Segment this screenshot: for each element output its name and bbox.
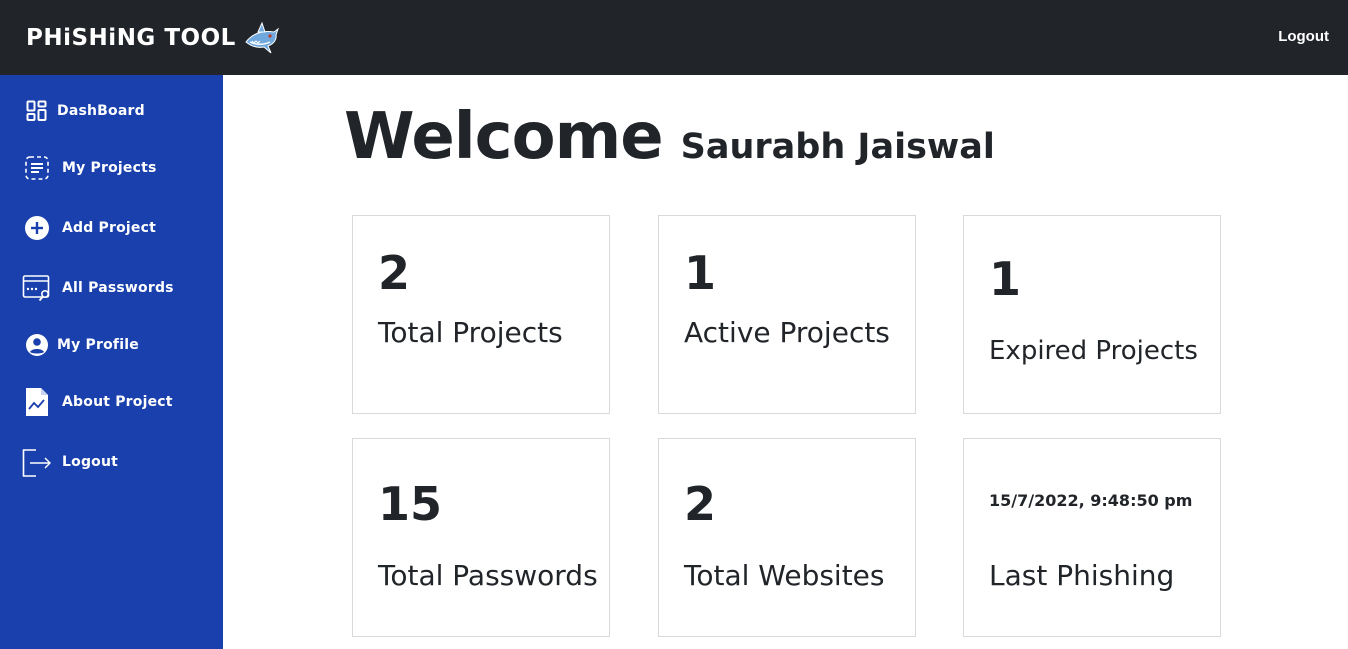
stat-label: Last Phishing xyxy=(989,559,1175,592)
stat-value: 15 xyxy=(378,477,443,531)
plus-circle-icon xyxy=(22,213,52,243)
sidebar-item-dashboard[interactable]: DashBoard xyxy=(22,96,145,126)
stat-label: Expired Projects xyxy=(989,336,1198,366)
welcome-title: Welcome xyxy=(344,100,664,174)
brand-title: PHiSHiNG TOOL xyxy=(26,25,236,51)
sidebar-item-about-project[interactable]: About Project xyxy=(22,387,173,417)
password-window-icon xyxy=(22,273,52,303)
stat-card-total-passwords[interactable]: 15 Total Passwords xyxy=(352,438,610,637)
top-navbar: PHiSHiNG TOOL Logout xyxy=(0,0,1348,75)
stat-value: 15/7/2022, 9:48:50 pm xyxy=(989,491,1193,510)
user-circle-icon xyxy=(22,330,52,360)
sidebar-item-my-projects[interactable]: My Projects xyxy=(22,153,157,183)
sidebar: DashBoard My Projects Add Project All Pa… xyxy=(0,75,223,649)
sidebar-item-label: About Project xyxy=(62,394,173,410)
stat-label: Total Projects xyxy=(378,316,563,349)
list-icon xyxy=(22,153,52,183)
sidebar-item-add-project[interactable]: Add Project xyxy=(22,213,156,243)
dashboard-grid-icon xyxy=(22,96,52,126)
logout-link[interactable]: Logout xyxy=(1278,28,1329,45)
brand[interactable]: PHiSHiNG TOOL xyxy=(26,20,280,56)
stat-card-expired-projects[interactable]: 1 Expired Projects xyxy=(963,215,1221,414)
chart-document-icon xyxy=(22,387,52,417)
stat-label: Total Passwords xyxy=(378,559,598,592)
sidebar-item-label: All Passwords xyxy=(62,280,174,296)
sidebar-item-label: My Projects xyxy=(62,160,157,176)
sidebar-item-my-profile[interactable]: My Profile xyxy=(22,330,139,360)
sidebar-item-label: Logout xyxy=(62,454,119,470)
stat-card-active-projects[interactable]: 1 Active Projects xyxy=(658,215,916,414)
stat-label: Total Websites xyxy=(684,559,885,592)
stat-value: 2 xyxy=(684,477,717,531)
welcome-heading: Welcome Saurabh Jaiswal xyxy=(344,100,995,174)
stat-value: 2 xyxy=(378,246,411,300)
stat-card-total-websites[interactable]: 2 Total Websites xyxy=(658,438,916,637)
stat-card-last-phishing[interactable]: 15/7/2022, 9:48:50 pm Last Phishing xyxy=(963,438,1221,637)
stat-label: Active Projects xyxy=(684,316,890,349)
sidebar-item-all-passwords[interactable]: All Passwords xyxy=(22,273,174,303)
sidebar-item-label: My Profile xyxy=(57,337,139,353)
sidebar-item-label: Add Project xyxy=(62,220,157,236)
stat-value: 1 xyxy=(989,252,1022,306)
user-name: Saurabh Jaiswal xyxy=(680,127,995,167)
stat-value: 1 xyxy=(684,246,717,300)
sidebar-item-label: DashBoard xyxy=(57,103,145,119)
sidebar-item-logout[interactable]: Logout xyxy=(22,447,118,477)
logout-icon xyxy=(22,447,52,477)
stat-card-total-projects[interactable]: 2 Total Projects xyxy=(352,215,610,414)
shark-icon xyxy=(245,21,279,54)
